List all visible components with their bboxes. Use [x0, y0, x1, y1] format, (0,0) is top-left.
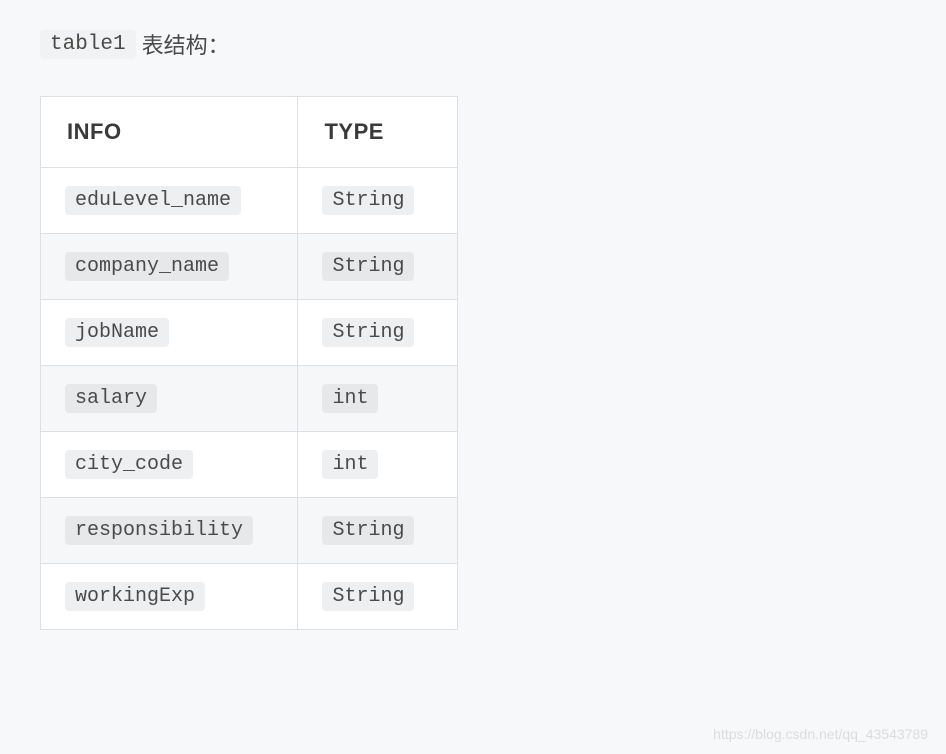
- cell-type: String: [298, 564, 458, 630]
- watermark-text: https://blog.csdn.net/qq_43543789: [713, 726, 928, 742]
- info-chip: salary: [65, 384, 157, 413]
- cell-info: workingExp: [41, 564, 298, 630]
- type-chip: int: [322, 450, 378, 479]
- cell-type: String: [298, 498, 458, 564]
- info-chip: city_code: [65, 450, 193, 479]
- table-row: city_code int: [41, 432, 458, 498]
- table-row: workingExp String: [41, 564, 458, 630]
- cell-info: city_code: [41, 432, 298, 498]
- table-row: company_name String: [41, 234, 458, 300]
- type-chip: int: [322, 384, 378, 413]
- type-chip: String: [322, 186, 414, 215]
- table-row: responsibility String: [41, 498, 458, 564]
- cell-type: int: [298, 432, 458, 498]
- info-chip: workingExp: [65, 582, 205, 611]
- cell-info: eduLevel_name: [41, 168, 298, 234]
- page-title: table1 表结构：: [40, 28, 906, 60]
- title-text: 表结构：: [142, 28, 230, 60]
- info-chip: eduLevel_name: [65, 186, 241, 215]
- cell-info: jobName: [41, 300, 298, 366]
- info-chip: jobName: [65, 318, 169, 347]
- cell-info: salary: [41, 366, 298, 432]
- cell-type: int: [298, 366, 458, 432]
- cell-info: responsibility: [41, 498, 298, 564]
- header-info: INFO: [41, 97, 298, 168]
- type-chip: String: [322, 516, 414, 545]
- cell-info: company_name: [41, 234, 298, 300]
- type-chip: String: [322, 252, 414, 281]
- table-row: eduLevel_name String: [41, 168, 458, 234]
- info-chip: company_name: [65, 252, 229, 281]
- table-row: jobName String: [41, 300, 458, 366]
- header-type: TYPE: [298, 97, 458, 168]
- title-code-chip: table1: [40, 30, 136, 59]
- cell-type: String: [298, 300, 458, 366]
- table-row: salary int: [41, 366, 458, 432]
- table-header-row: INFO TYPE: [41, 97, 458, 168]
- cell-type: String: [298, 168, 458, 234]
- type-chip: String: [322, 318, 414, 347]
- cell-type: String: [298, 234, 458, 300]
- schema-table: INFO TYPE eduLevel_name String company_n…: [40, 96, 458, 630]
- info-chip: responsibility: [65, 516, 253, 545]
- type-chip: String: [322, 582, 414, 611]
